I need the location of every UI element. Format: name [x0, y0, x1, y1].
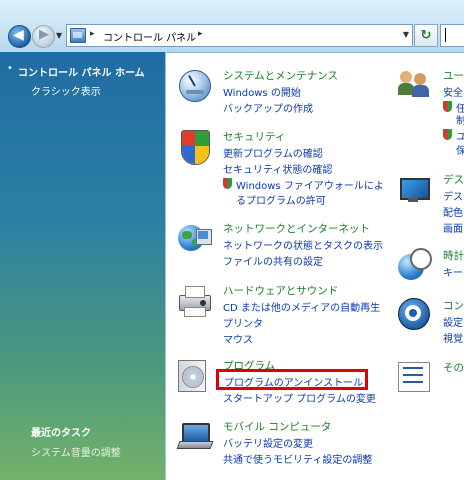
clock-region-link[interactable]: キー [443, 264, 463, 279]
control-panel-icon [70, 28, 86, 43]
uac-shield-icon [443, 101, 452, 112]
additional-options-title[interactable]: その [443, 360, 464, 375]
network-internet-title[interactable]: ネットワークとインターネット [223, 221, 370, 236]
security-shield-icon[interactable] [178, 129, 212, 165]
uninstall-highlight-box [216, 369, 368, 390]
battery-settings-link[interactable]: バッテリ設定の変更 [223, 435, 313, 450]
printer-link[interactable]: プリンタ [223, 315, 263, 330]
network-globe-icon[interactable] [178, 221, 212, 255]
system-maintenance-icon[interactable] [178, 68, 212, 102]
check-updates-link[interactable]: 更新プログラムの確認 [223, 145, 323, 160]
mobile-pc-title[interactable]: モバイル コンピュータ [223, 419, 331, 434]
mobility-settings-link[interactable]: 共通で使うモビリティ設定の調整 [223, 451, 372, 466]
create-backup-link[interactable]: バックアップの作成 [223, 100, 313, 115]
user-accounts-link[interactable]: 安全 [443, 84, 463, 99]
address-bar: ◀ ▶ ▼ ▸ コントロール パネル ▸ ▼ ↻ [0, 0, 464, 53]
windows-start-link[interactable]: Windows の開始 [223, 84, 301, 99]
change-startup-programs-link[interactable]: スタートアップ プログラムの変更 [223, 390, 376, 405]
ease-of-access-link[interactable]: 設定 [443, 314, 463, 329]
search-input[interactable] [440, 24, 464, 47]
clock-globe-icon[interactable] [398, 248, 432, 282]
autoplay-link[interactable]: CD または他のメディアの自動再生 [223, 299, 380, 314]
mobile-pc-laptop-icon[interactable] [176, 419, 214, 453]
user-accounts-link-4[interactable]: ユ [456, 128, 464, 143]
firewall-allow-program-link[interactable]: Windows ファイアウォールによ [236, 177, 384, 192]
forward-button[interactable]: ▶ [32, 25, 55, 48]
network-status-link[interactable]: ネットワークの状態とタスクの表示 [223, 237, 383, 252]
bullet-icon: • [7, 63, 13, 74]
uac-shield-icon [223, 178, 232, 189]
file-sharing-link[interactable]: ファイルの共有の設定 [223, 253, 323, 268]
clock-region-title[interactable]: 時計 [443, 248, 464, 263]
address-dropdown-icon[interactable]: ▼ [403, 30, 409, 39]
recent-tasks-heading: 最近のタスク [31, 428, 91, 439]
ease-of-access-link-2[interactable]: 視覚 [443, 330, 463, 345]
user-accounts-icon[interactable] [398, 68, 432, 102]
appearance-link-2[interactable]: 配色 [443, 204, 463, 219]
appearance-link[interactable]: デス [443, 188, 463, 203]
address-field[interactable]: ▸ コントロール パネル ▸ ▼ [66, 24, 413, 47]
user-accounts-title[interactable]: ユー [443, 68, 464, 83]
ease-of-access-icon[interactable] [398, 298, 432, 332]
check-security-status-link[interactable]: セキュリティ状態の確認 [223, 161, 332, 176]
mouse-link[interactable]: マウス [223, 331, 253, 346]
recent-task-link[interactable]: システム音量の調整 [31, 444, 121, 459]
history-dropdown-icon[interactable]: ▼ [56, 31, 62, 40]
back-button[interactable]: ◀ [8, 25, 31, 48]
hardware-sound-title[interactable]: ハードウェアとサウンド [223, 283, 338, 298]
uac-shield-icon [443, 129, 452, 140]
programs-icon[interactable] [178, 358, 212, 392]
classic-view-link[interactable]: クラシック表示 [31, 83, 101, 98]
system-maintenance-title[interactable]: システムとメンテナンス [223, 68, 338, 83]
user-accounts-link-5[interactable]: 保 [456, 142, 464, 157]
breadcrumb-separator-icon[interactable]: ▸ [90, 29, 95, 39]
breadcrumb-control-panel[interactable]: コントロール パネル [103, 29, 196, 44]
back-arrow-icon: ◀ [13, 27, 24, 43]
appearance-display-icon[interactable] [398, 172, 432, 206]
firewall-allow-program-link-2[interactable]: るプログラムの許可 [236, 192, 326, 207]
ease-of-access-title[interactable]: コン [443, 298, 464, 313]
refresh-button[interactable]: ↻ [414, 24, 438, 47]
user-accounts-link-3[interactable]: 制 [456, 112, 464, 127]
forward-arrow-icon: ▶ [39, 27, 49, 42]
task-pane: • コントロール パネル ホーム クラシック表示 最近のタスク システム音量の調… [0, 52, 166, 480]
control-panel-home-link[interactable]: コントロール パネル ホーム [18, 64, 145, 79]
appearance-title[interactable]: デス [443, 172, 464, 187]
checklist-icon[interactable] [398, 360, 432, 394]
printer-icon[interactable] [178, 283, 212, 317]
breadcrumb-separator-icon[interactable]: ▸ [198, 29, 203, 39]
security-title[interactable]: セキュリティ [223, 129, 285, 144]
appearance-link-3[interactable]: 画面 [443, 220, 463, 235]
